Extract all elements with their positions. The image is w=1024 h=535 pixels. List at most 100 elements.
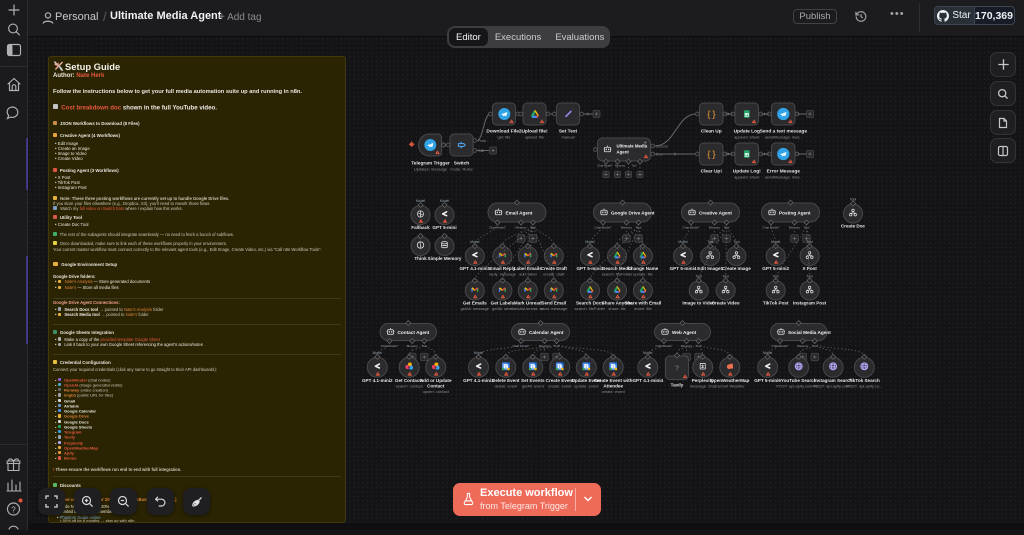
svg-text:YouTube Search: YouTube Search xyxy=(781,378,817,383)
svg-text:Create Event: Create Event xyxy=(546,378,575,383)
svg-text:search: contact: search: contact xyxy=(396,384,424,389)
svg-text:get: file: get: file xyxy=(498,135,512,140)
svg-text:?: ? xyxy=(675,364,680,373)
svg-text:GPT 4.1-mini2: GPT 4.1-mini2 xyxy=(362,378,393,383)
svg-text:Email Agent: Email Agent xyxy=(506,210,533,215)
svg-text:Chat Model*: Chat Model* xyxy=(512,344,530,348)
svg-text:sendMessage: mes..: sendMessage: mes.. xyxy=(765,175,802,180)
svg-text:Model: Model xyxy=(585,240,594,244)
svg-text:Model: Model xyxy=(771,240,780,244)
svg-text:Clear Up!: Clear Up! xyxy=(701,169,723,175)
svg-text:upsert: contact: upsert: contact xyxy=(423,389,450,394)
svg-text:Model: Model xyxy=(440,199,449,203)
svg-text:Success: Success xyxy=(656,145,668,149)
svg-text:Mark Unread: Mark Unread xyxy=(514,301,542,306)
svg-text:Get Emails: Get Emails xyxy=(463,301,487,306)
svg-text:Create Draft: Create Draft xyxy=(541,266,568,271)
svg-text:Chat Model*: Chat Model* xyxy=(771,344,789,348)
svg-text:Instagram Search: Instagram Search xyxy=(814,378,853,383)
svg-text:update: event: update: event xyxy=(574,384,599,389)
svg-text:Contact: Contact xyxy=(427,384,445,389)
svg-text:GPT 5-mini: GPT 5-mini xyxy=(432,225,456,230)
svg-text:Chat Model*: Chat Model* xyxy=(381,344,399,348)
svg-text:Model: Model xyxy=(474,351,483,355)
svg-text:Creative Agent: Creative Agent xyxy=(699,210,732,215)
svg-text:Edit Image1: Edit Image1 xyxy=(697,266,723,271)
svg-text:Chat Model*: Chat Model* xyxy=(682,225,700,229)
svg-text:create: event: create: event xyxy=(548,384,572,389)
svg-text:Web Agent: Web Agent xyxy=(672,330,697,335)
svg-text:Social Media Agent: Social Media Agent xyxy=(788,330,831,335)
svg-text:Tool: Tool xyxy=(631,164,637,168)
svg-text:Create Doc: Create Doc xyxy=(841,224,866,229)
svg-text:Add or Update: Add or Update xyxy=(420,378,452,383)
svg-text:Google Drive Agent: Google Drive Agent xyxy=(611,210,655,215)
svg-text:Clean Up: Clean Up xyxy=(701,129,722,135)
svg-text:Ultimate Media: Ultimate Media xyxy=(617,144,648,149)
svg-text:Create Event with: Create Event with xyxy=(594,378,633,383)
svg-text:Current Weather: Current Weather xyxy=(715,384,745,389)
svg-text:share: file: share: file xyxy=(608,306,626,311)
svg-text:X Post: X Post xyxy=(802,266,817,271)
svg-text:Create Video: Create Video xyxy=(712,301,740,306)
svg-text:share: file: share: file xyxy=(634,306,652,311)
svg-text:Tavily: Tavily xyxy=(671,383,684,388)
svg-text:GPT 5-mini1: GPT 5-mini1 xyxy=(576,266,603,271)
svg-text:update: file: update: file xyxy=(633,272,653,277)
svg-text:Change Name: Change Name xyxy=(628,266,659,271)
svg-text:GPT 4.1-mini3: GPT 4.1-mini3 xyxy=(463,378,494,383)
svg-text:create: draft: create: draft xyxy=(543,272,565,277)
svg-text:append: sheet: append: sheet xyxy=(734,135,760,140)
svg-text:Agent: Agent xyxy=(617,150,630,155)
svg-text:mode: Rules: mode: Rules xyxy=(450,167,472,172)
svg-text:Updates: message: Updates: message xyxy=(414,167,448,172)
svg-text:Set Events: Set Events xyxy=(521,378,545,383)
svg-text:Attendee: Attendee xyxy=(603,384,623,389)
svg-text:TikTok Post: TikTok Post xyxy=(763,301,789,306)
svg-text:Share with Email: Share with Email xyxy=(625,301,662,306)
svg-text:Get Labels: Get Labels xyxy=(491,301,515,306)
svg-text:POST: api.apify.co...: POST: api.apify.co... xyxy=(846,384,882,389)
svg-text:Chat Model*: Chat Model* xyxy=(597,164,613,168)
svg-text:Tool: Tool xyxy=(707,240,713,244)
svg-text:GPT 5-mini2: GPT 5-mini2 xyxy=(762,266,789,271)
svg-text:search: fileFolder: search: fileFolder xyxy=(575,306,606,311)
svg-text:create: event: create: event xyxy=(602,389,626,394)
svg-text:search: fileFolder: search: fileFolder xyxy=(602,272,633,277)
svg-text:Fallback: Fallback xyxy=(411,225,430,230)
svg-text:Email Reply: Email Reply xyxy=(489,266,515,271)
svg-text:Delete Event: Delete Event xyxy=(492,378,520,383)
svg-text:Image to Video: Image to Video xyxy=(682,301,715,306)
svg-text:send: message: send: message xyxy=(540,306,568,311)
svg-text:Chat Model*: Chat Model* xyxy=(489,225,507,229)
svg-text:Search Docs: Search Docs xyxy=(576,301,604,306)
svg-text:Chat Model*: Chat Model* xyxy=(655,344,673,348)
svg-text:Create Image: Create Image xyxy=(722,266,751,271)
svg-text:OpenWeatherMap: OpenWeatherMap xyxy=(710,378,749,383)
svg-text:Think: Think xyxy=(414,256,427,261)
svg-text:Instagram Post: Instagram Post xyxy=(793,301,827,306)
svg-text:upload: file: upload: file xyxy=(525,135,545,140)
svg-text:GPT 4.1-mini4: GPT 4.1-mini4 xyxy=(632,378,663,383)
svg-text:Contact Agent: Contact Agent xyxy=(398,330,430,335)
svg-text:Chat Model*: Chat Model* xyxy=(594,225,612,229)
svg-text:Simple Memory: Simple Memory xyxy=(428,256,462,261)
svg-text:sendMessage: mes..: sendMessage: mes.. xyxy=(765,135,802,140)
svg-text:Model: Model xyxy=(470,240,479,244)
svg-text:GPT 5-mini6: GPT 5-mini6 xyxy=(754,378,781,383)
svg-text:getAll: message: getAll: message xyxy=(461,306,490,311)
svg-text:getAll: event: getAll: event xyxy=(522,384,545,389)
svg-text:?: ? xyxy=(11,506,16,515)
svg-text:Tool: Tool xyxy=(773,275,779,279)
svg-text:Send Email: Send Email xyxy=(541,301,566,306)
svg-text:Model: Model xyxy=(416,199,425,203)
svg-text:TikTok Search: TikTok Search xyxy=(849,378,880,383)
svg-text:manual: manual xyxy=(561,135,574,140)
svg-text:reply: message: reply: message xyxy=(489,272,517,277)
svg-text:message: chat: message: chat xyxy=(690,384,717,389)
svg-text:delete: event: delete: event xyxy=(494,384,518,389)
svg-text:Memory: Memory xyxy=(615,164,626,168)
svg-text:Calendar Agent: Calendar Agent xyxy=(529,330,564,335)
svg-text:Posting Agent: Posting Agent xyxy=(779,210,811,215)
svg-text:Tool: Tool xyxy=(850,198,856,202)
